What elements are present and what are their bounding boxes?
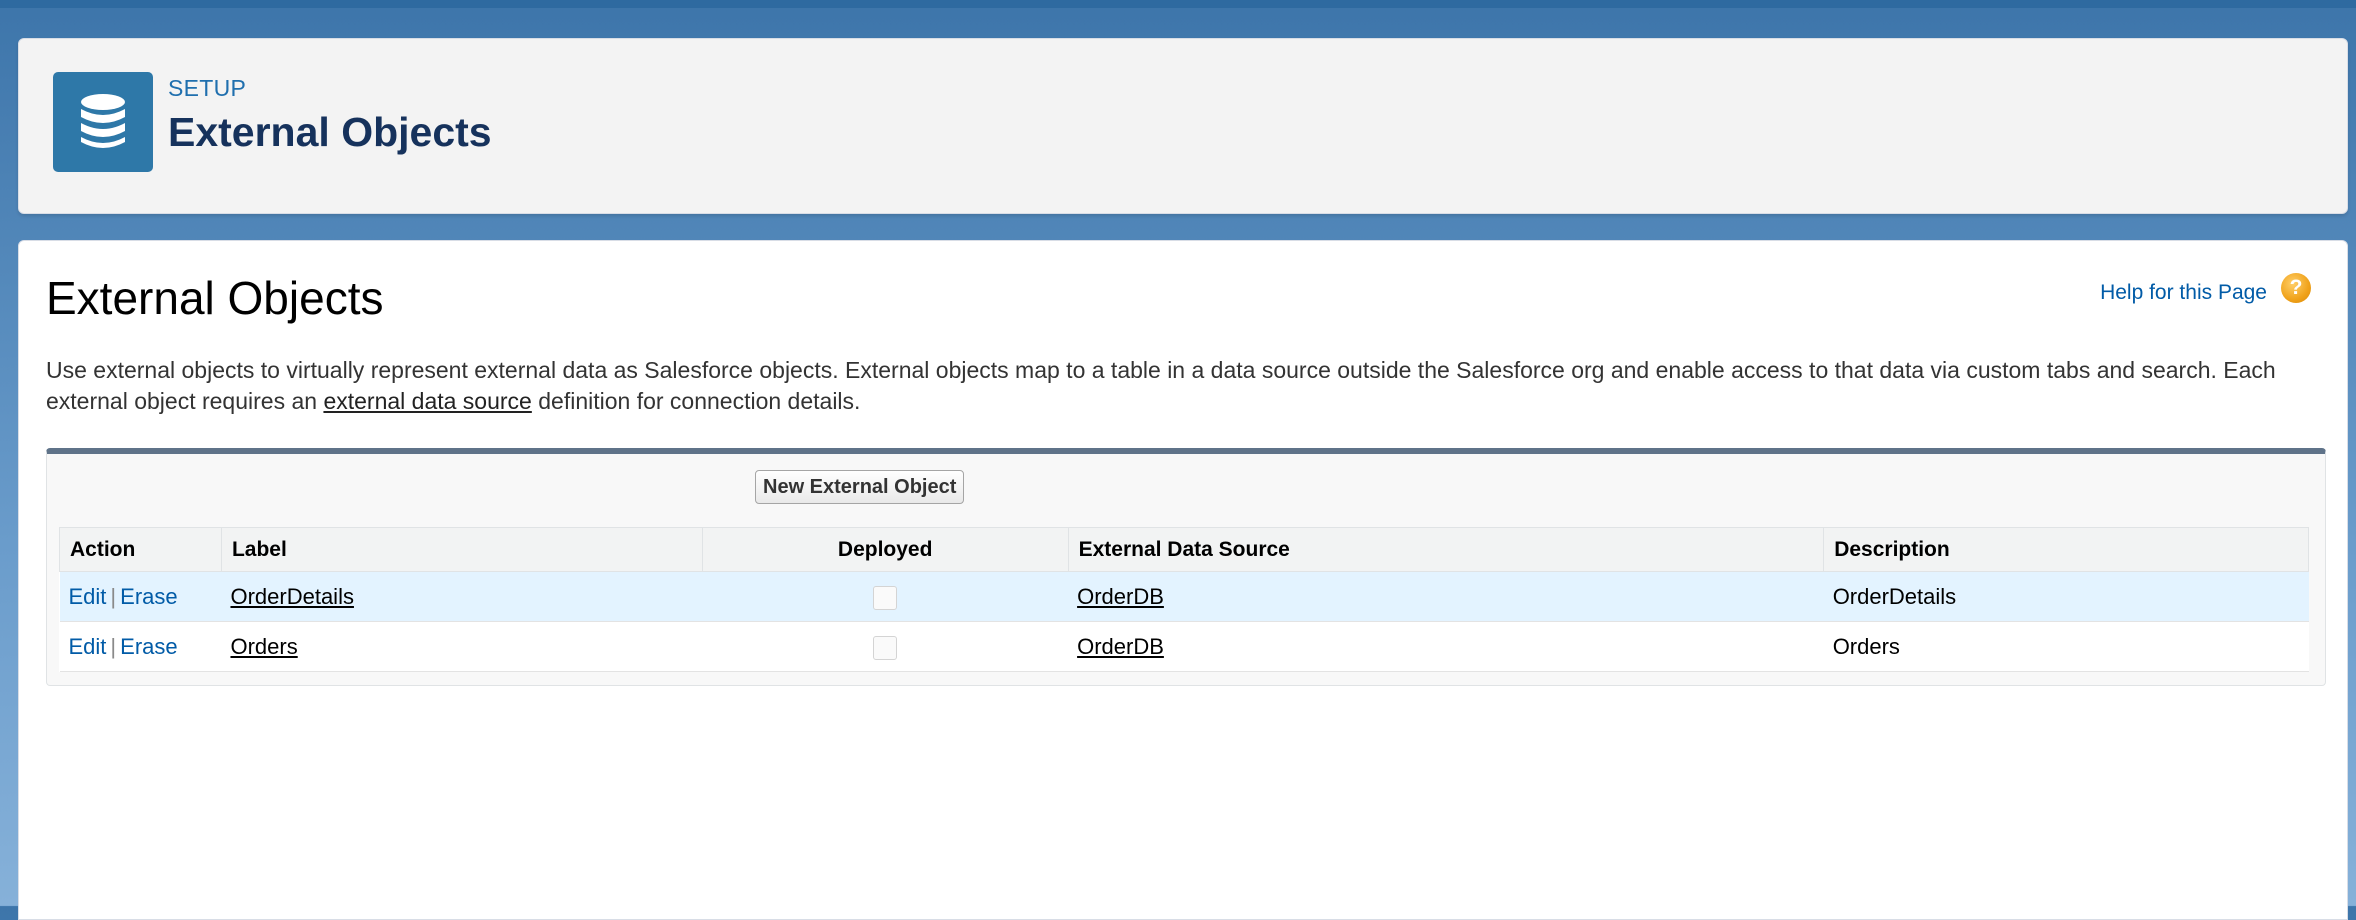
deployed-checkbox bbox=[873, 635, 898, 660]
main-content: External Objects Help for this Page ? Us… bbox=[18, 240, 2348, 920]
page-description: Use external objects to virtually repres… bbox=[46, 355, 2326, 417]
action-cell: Edit | Erase bbox=[59, 621, 222, 672]
action-separator: | bbox=[110, 633, 117, 659]
deployed-checkbox bbox=[873, 585, 898, 610]
help-icon[interactable]: ? bbox=[2281, 273, 2311, 303]
label-cell: Orders bbox=[221, 621, 703, 672]
action-cell: Edit | Erase bbox=[59, 571, 222, 622]
data-source-link[interactable]: OrderDB bbox=[1077, 634, 1164, 659]
table-row: Edit | Erase OrderDetails OrderDB OrderDet… bbox=[59, 571, 2309, 622]
column-header-external-data-source[interactable]: External Data Source bbox=[1067, 527, 1825, 572]
erase-link[interactable]: Erase bbox=[120, 584, 177, 609]
column-header-action: Action bbox=[59, 527, 222, 572]
external-objects-table: Action Label Deployed External Data Sour… bbox=[59, 527, 2309, 672]
setup-header: SETUP External Objects bbox=[18, 38, 2348, 214]
new-external-object-button[interactable]: New External Object bbox=[755, 470, 965, 504]
header-title: External Objects bbox=[168, 109, 492, 155]
erase-link[interactable]: Erase bbox=[120, 634, 177, 659]
table-header-row: Action Label Deployed External Data Sour… bbox=[59, 527, 2309, 572]
description-text-end: definition for connection details. bbox=[531, 388, 861, 414]
deployed-cell bbox=[702, 571, 1069, 622]
external-objects-list: New External Object Action Label Deploye… bbox=[46, 448, 2326, 686]
column-header-deployed[interactable]: Deployed bbox=[701, 527, 1069, 572]
table-row: Edit | Erase Orders OrderDB Orders bbox=[59, 621, 2309, 672]
label-cell: OrderDetails bbox=[221, 571, 703, 622]
object-label-link[interactable]: OrderDetails bbox=[230, 584, 353, 609]
object-label-link[interactable]: Orders bbox=[230, 634, 297, 659]
help-link[interactable]: Help for this Page bbox=[2100, 281, 2267, 305]
data-source-link[interactable]: OrderDB bbox=[1077, 584, 1164, 609]
source-cell: OrderDB bbox=[1068, 571, 1824, 622]
source-cell: OrderDB bbox=[1068, 621, 1824, 672]
external-data-source-link[interactable]: external data source bbox=[323, 388, 531, 414]
deployed-cell bbox=[702, 621, 1069, 672]
column-header-label[interactable]: Label bbox=[220, 527, 703, 572]
description-cell: OrderDetails bbox=[1823, 571, 2309, 622]
description-cell: Orders bbox=[1823, 621, 2309, 672]
top-bar bbox=[0, 0, 2356, 8]
edit-link[interactable]: Edit bbox=[69, 584, 107, 609]
setup-label: SETUP bbox=[168, 75, 247, 101]
edit-link[interactable]: Edit bbox=[69, 634, 107, 659]
database-icon bbox=[53, 72, 153, 172]
column-header-description[interactable]: Description bbox=[1823, 527, 2309, 572]
action-separator: | bbox=[110, 583, 117, 609]
page-title: External Objects bbox=[46, 272, 384, 324]
